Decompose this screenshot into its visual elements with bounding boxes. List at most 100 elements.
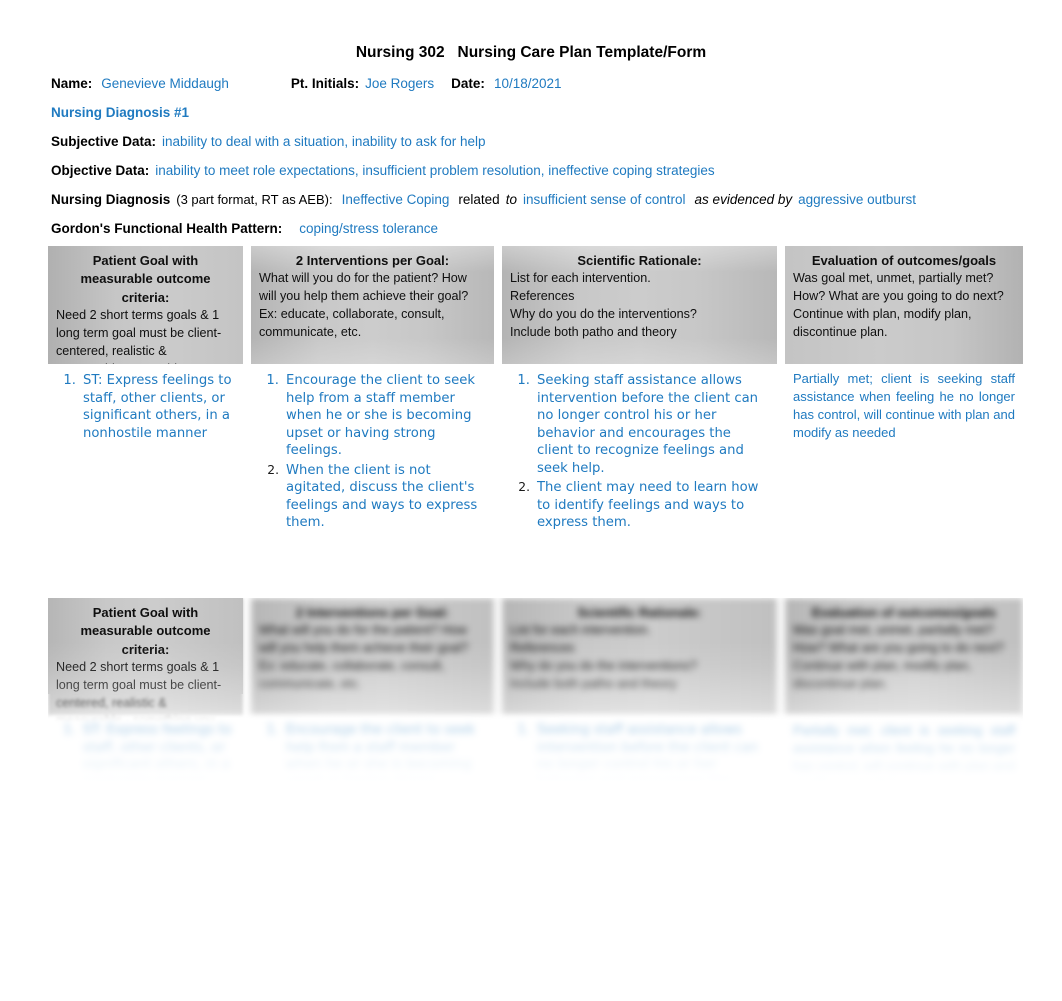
table-content-row: 1. ST: Express feelings to staff, other c… [48, 364, 1023, 600]
list-item-text: ST: Express feelings to staff, other cli… [83, 723, 232, 791]
objective-data-row: Objective Data: inability to meet role ex… [51, 163, 715, 178]
list-item-number: 2. [267, 462, 279, 477]
column-header-title: Patient Goal with measurable outcome cri… [80, 605, 211, 657]
list-item-number: 1. [266, 373, 279, 388]
gordon-pattern-row: Gordon's Functional Health Pattern: copin… [51, 221, 438, 236]
nursing-diagnosis-label: Nursing Diagnosis [51, 192, 171, 207]
list-item-text: ST: Express feelings to staff, other cli… [83, 373, 232, 441]
list-item-text: Seeking staff assistance allows interven… [537, 723, 759, 791]
list-item-number: 1. [266, 723, 279, 738]
faded-cell-interventions: 1. Encourage the client to seek help from… [251, 716, 494, 791]
cell-rationales: 1. Seeking staff assistance allows interv… [502, 364, 777, 600]
column-header-evaluation: Evaluation of outcomes/goals Was goal me… [785, 246, 1023, 364]
column-header-interventions: 2 Interventions per Goal: What will you … [251, 246, 494, 364]
faded-cell-rationales: 1. Seeking staff assistance allows interv… [502, 716, 777, 791]
column-header-title: Scientific Rationale: [577, 605, 702, 620]
document-page: Nursing 302 Nursing Care Plan Template/F… [0, 0, 1062, 1001]
list-item-number: 1. [63, 373, 76, 388]
list-item-text: When the client is not agitated, discuss… [286, 462, 478, 531]
column-header-subtitle: Was goal met, unmet, partially met? How?… [793, 623, 1004, 692]
nursing-diagnosis-format-note: (3 part format, RT as AEB): [176, 192, 333, 207]
list-item-number: 2. [518, 480, 530, 495]
goals-list: 1. ST: Express feelings to staff, other c… [52, 722, 235, 792]
pt-initials-label: Pt. Initials: [290, 76, 360, 91]
faded-column-header-scientific-rationale: Scientific Rationale: List for each inte… [502, 598, 777, 716]
column-divider [777, 246, 785, 364]
faded-column-header-interventions: 2 Interventions per Goal: What will you … [251, 598, 494, 716]
column-divider [243, 598, 251, 716]
list-item: 1. ST: Express feelings to staff, other c… [52, 722, 235, 792]
faded-table-content-row: 1. ST: Express feelings to staff, other c… [48, 716, 1023, 792]
column-header-title: 2 Interventions per Goal: [295, 253, 450, 268]
list-item-text: The client may need to learn how to iden… [537, 480, 759, 531]
list-item: 1. Encourage the client to seek help from… [255, 372, 486, 460]
list-item: 2. The client may need to learn how to id… [506, 479, 769, 532]
list-item-number: 1. [517, 723, 530, 738]
table-header-row: Patient Goal with measurable outcome cri… [48, 246, 1023, 394]
nursing-diagnosis-problem: Ineffective Coping [341, 192, 450, 207]
faded-cell-patient-goals: 1. ST: Express feelings to staff, other c… [48, 716, 243, 791]
rationales-list: 1. Seeking staff assistance allows interv… [506, 722, 769, 793]
column-header-subtitle: Was goal met, unmet, partially met? How?… [793, 271, 1004, 340]
faded-next-table-block: Patient Goal with measurable outcome cri… [48, 598, 1023, 793]
objective-data-label: Objective Data: [51, 163, 150, 178]
list-item-text: Encourage the client to seek help from a… [286, 723, 475, 791]
pt-initials-value: Joe Rogers [365, 76, 435, 91]
column-header-subtitle: What will you do for the patient? How wi… [259, 271, 469, 340]
list-item: 1. Seeking staff assistance allows interv… [506, 722, 769, 793]
goals-list: 1. ST: Express feelings to staff, other c… [52, 372, 235, 442]
page-title: Nursing 302 Nursing Care Plan Template/F… [355, 44, 707, 61]
list-item-text: Encourage the client to seek help from a… [286, 373, 475, 459]
list-item: 1. ST: Express feelings to staff, other c… [52, 372, 235, 442]
objective-data-value: inability to meet role expectations, ins… [155, 163, 715, 178]
list-item-text: Seeking staff assistance allows interven… [537, 373, 759, 476]
nursing-diagnosis-heading: Nursing Diagnosis #1 [51, 105, 190, 120]
column-header-title: 2 Interventions per Goal: [295, 605, 450, 620]
interventions-list: 1. Encourage the client to seek help from… [255, 372, 486, 532]
list-item-number: 1. [517, 373, 530, 388]
column-divider [494, 246, 502, 364]
gordon-pattern-value: coping/stress tolerance [299, 221, 439, 236]
column-header-patient-goal: Patient Goal with measurable outcome cri… [48, 246, 243, 394]
column-divider [243, 246, 251, 364]
column-divider [243, 716, 251, 786]
faded-block-sharp-overlay: Patient Goal with measurable outcome cri… [48, 598, 243, 694]
faded-column-header-patient-goal-sharp: Patient Goal with measurable outcome cri… [48, 598, 243, 694]
gordon-pattern-label: Gordon's Functional Health Pattern: [51, 221, 283, 236]
column-divider [777, 364, 785, 600]
column-divider [777, 716, 785, 786]
subjective-data-label: Subjective Data: [51, 134, 157, 149]
evaluation-text: Partially met; client is seeking staff a… [793, 371, 1015, 440]
column-header-subtitle: List for each intervention. References W… [510, 271, 697, 340]
name-value: Genevieve Middaugh [101, 76, 229, 91]
cell-patient-goals: 1. ST: Express feelings to staff, other c… [48, 364, 243, 600]
nursing-diagnosis-etiology: insufficient sense of control [522, 192, 686, 207]
nursing-diagnosis-to-word: to [505, 192, 517, 207]
cell-evaluation: Partially met; client is seeking staff a… [785, 364, 1023, 600]
column-header-scientific-rationale: Scientific Rationale: List for each inte… [502, 246, 777, 364]
column-divider [777, 598, 785, 716]
list-item: 1. Encourage the client to seek help from… [255, 722, 486, 793]
column-header-subtitle: List for each intervention. References W… [510, 623, 697, 692]
nursing-diagnosis-statement-row: Nursing Diagnosis (3 part format, RT as A… [51, 192, 916, 207]
list-item: 1. Seeking staff assistance allows interv… [506, 372, 769, 477]
list-item-number: 1. [63, 723, 76, 738]
nursing-diagnosis-signs: aggressive outburst [798, 192, 916, 207]
column-header-title: Scientific Rationale: [577, 253, 702, 268]
column-header-title: Patient Goal with measurable outcome cri… [80, 253, 211, 305]
column-header-title: Evaluation of outcomes/goals [811, 253, 997, 268]
column-divider [494, 598, 502, 716]
name-label: Name: [51, 76, 93, 91]
subjective-data-row: Subjective Data: inability to deal with a… [51, 134, 485, 149]
faded-column-header-evaluation: Evaluation of outcomes/goals Was goal me… [785, 598, 1023, 716]
evaluation-text: Partially met; client is seeking staff a… [793, 723, 1015, 792]
nursing-diagnosis-related-word: related [458, 192, 500, 207]
column-divider [243, 364, 251, 600]
rationales-list: 1. Seeking staff assistance allows interv… [506, 372, 769, 532]
column-header-subtitle: Need 2 short terms goals & 1 long term g… [56, 660, 222, 693]
nursing-diagnosis-heading-row: Nursing Diagnosis #1 [51, 105, 189, 120]
list-item: 2. When the client is not agitated, discu… [255, 462, 486, 532]
interventions-list: 1. Encourage the client to seek help from… [255, 722, 486, 793]
nursing-diagnosis-aeb-phrase: as evidenced by [694, 192, 793, 207]
column-divider [494, 716, 502, 786]
